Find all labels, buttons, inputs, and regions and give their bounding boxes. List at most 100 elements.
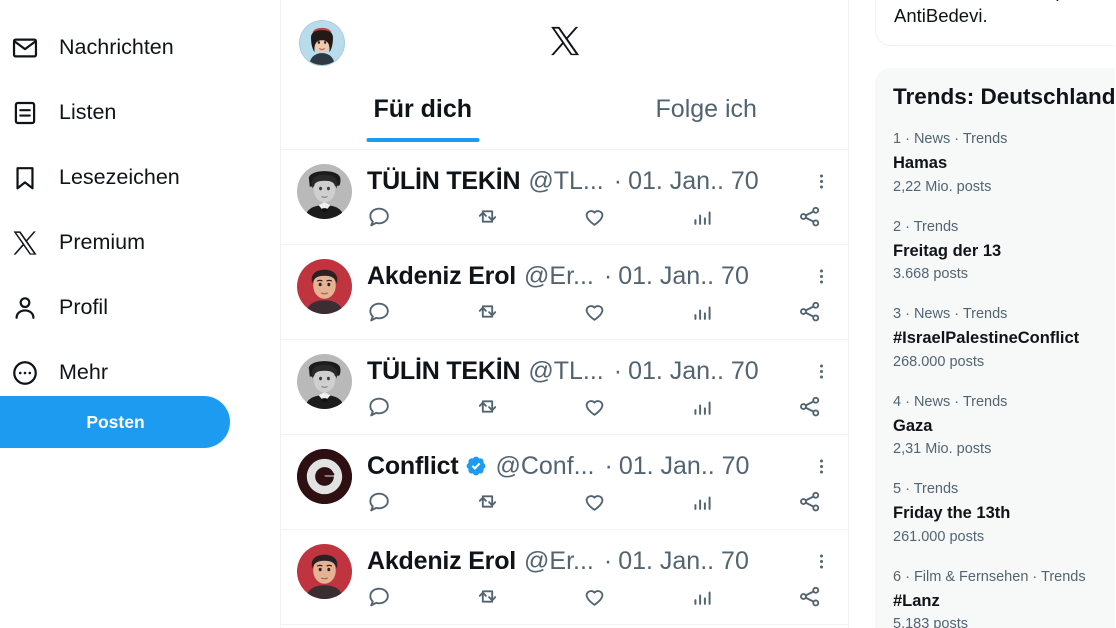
share-icon[interactable] (797, 584, 826, 609)
promoted-profile-card[interactable]: AntiÜmmet, AntiArap, AntiBedevi. (875, 0, 1115, 46)
trend-name: Freitag der 13 (893, 241, 1002, 260)
avatar[interactable] (297, 259, 352, 314)
retweet-icon[interactable] (475, 489, 583, 514)
like-icon[interactable] (582, 204, 690, 229)
trend-item[interactable]: 6 · Film & Fernsehen · Trends #Lanz 5.18… (875, 558, 1115, 628)
trend-item[interactable]: 2 · Trends Freitag der 13 3.668 posts (875, 208, 1115, 296)
tweet-more-options-icon[interactable] (808, 263, 834, 289)
views-icon[interactable] (690, 489, 798, 514)
share-icon[interactable] (797, 394, 826, 419)
tweet-more-options-icon[interactable] (808, 453, 834, 479)
trend-meta: 4 · News · Trends (893, 393, 1008, 410)
timeline-header: Für dich Folge ich (281, 0, 848, 150)
tweet-row[interactable]: TÜLİN TEKİN @TL... · 01. Jan.. 70 (281, 150, 848, 245)
right-sidebar: AntiÜmmet, AntiArap, AntiBedevi. Trends:… (849, 0, 1115, 628)
like-icon[interactable] (582, 584, 690, 609)
tweet-separator: · (603, 546, 613, 575)
retweet-icon[interactable] (475, 204, 583, 229)
tweet-header: TÜLİN TEKİN @TL... · 01. Jan.. 70 (367, 162, 834, 200)
avatar[interactable] (297, 449, 352, 504)
tab-fuer-dich[interactable]: Für dich (281, 88, 565, 150)
sidebar-item-label: Premium (59, 230, 146, 255)
sidebar-item-label: Mehr (59, 360, 108, 385)
bookmark-icon (10, 163, 40, 193)
envelope-icon (10, 33, 40, 63)
trend-post-count: 3.668 posts (893, 266, 968, 283)
sidebar-item-profil[interactable]: Profil (0, 279, 120, 337)
tweet-list: TÜLİN TEKİN @TL... · 01. Jan.. 70 Akdeni… (281, 150, 848, 625)
share-icon[interactable] (797, 299, 826, 324)
sidebar-nav-list: Mitteilungen Nachrichten (0, 0, 280, 402)
reply-icon[interactable] (367, 394, 475, 419)
reply-icon[interactable] (367, 584, 475, 609)
views-icon[interactable] (690, 394, 798, 419)
retweet-icon[interactable] (475, 394, 583, 419)
tweet-separator: · (603, 261, 613, 290)
tweet-author-handle: @Er... (524, 261, 594, 290)
sidebar-item-mitteilungen[interactable]: Mitteilungen (0, 0, 187, 12)
reply-icon[interactable] (367, 299, 475, 324)
tweet-header: Akdeniz Erol @Er... · 01. Jan.. 70 (367, 542, 834, 580)
tweet-author-name: Akdeniz Erol (367, 546, 517, 575)
x-app-shell: Mitteilungen Nachrichten (0, 0, 1116, 628)
tweet-row[interactable]: Conflict @Conf... · 01. Jan.. 70 (281, 435, 848, 530)
retweet-icon[interactable] (475, 299, 583, 324)
tab-label: Folge ich (655, 95, 757, 123)
sidebar-item-premium[interactable]: Premium (0, 214, 157, 272)
trend-post-count: 5.183 posts (893, 616, 968, 628)
avatar[interactable] (297, 354, 352, 409)
tweet-actions (367, 204, 834, 229)
tweet-actions (367, 489, 834, 514)
share-icon[interactable] (797, 204, 826, 229)
tweet-timestamp: 01. Jan.. 70 (628, 166, 759, 195)
tweet-row[interactable]: TÜLİN TEKİN @TL... · 01. Jan.. 70 (281, 340, 848, 435)
sidebar-item-listen[interactable]: Listen (0, 84, 128, 142)
avatar[interactable] (299, 20, 345, 66)
timeline-column: Für dich Folge ich TÜLİN TEKİN @TL... · … (281, 0, 849, 628)
tweet-author-name: TÜLİN TEKİN (367, 166, 521, 195)
trend-item[interactable]: 3 · News · Trends #IsraelPalestineConfli… (875, 295, 1115, 383)
tweet-header: TÜLİN TEKİN @TL... · 01. Jan.. 70 (367, 352, 834, 390)
post-button[interactable]: Posten (0, 396, 230, 448)
trend-post-count: 261.000 posts (893, 528, 985, 545)
more-circle-icon (10, 358, 40, 388)
avatar[interactable] (297, 544, 352, 599)
retweet-icon[interactable] (475, 584, 583, 609)
avatar[interactable] (297, 164, 352, 219)
like-icon[interactable] (582, 394, 690, 419)
trend-meta: 6 · Film & Fernsehen · Trends (893, 568, 1086, 585)
trend-item[interactable]: 4 · News · Trends Gaza 2,31 Mio. posts (875, 383, 1115, 471)
trend-post-count: 2,31 Mio. posts (893, 441, 992, 458)
trend-name: #Lanz (893, 591, 940, 610)
tweet-timestamp: 01. Jan.. 70 (618, 546, 749, 575)
sidebar-item-lesezeichen[interactable]: Lesezeichen (0, 149, 192, 207)
list-icon (10, 98, 40, 128)
tweet-row[interactable]: Akdeniz Erol @Er... · 01. Jan.. 70 (281, 530, 848, 625)
sidebar-item-label: Listen (59, 100, 117, 125)
like-icon[interactable] (582, 489, 690, 514)
tweet-more-options-icon[interactable] (808, 168, 834, 194)
views-icon[interactable] (690, 299, 798, 324)
tweet-row[interactable]: Akdeniz Erol @Er... · 01. Jan.. 70 (281, 245, 848, 340)
reply-icon[interactable] (367, 489, 475, 514)
sidebar-item-mehr[interactable]: Mehr (0, 344, 120, 402)
trend-meta: 1 · News · Trends (893, 131, 1008, 147)
trends-card: Trends: Deutschland 1 · News · Trends Ha… (875, 68, 1115, 628)
tweet-content: TÜLİN TEKİN @TL... · 01. Jan.. 70 (367, 352, 834, 424)
reply-icon[interactable] (367, 204, 475, 229)
trend-meta: 2 · Trends (893, 218, 959, 235)
tweet-more-options-icon[interactable] (808, 358, 834, 384)
x-logo-icon (10, 228, 40, 258)
tweet-more-options-icon[interactable] (808, 548, 834, 574)
like-icon[interactable] (582, 299, 690, 324)
trend-name: Gaza (893, 416, 933, 435)
tab-folge-ich[interactable]: Folge ich (565, 88, 849, 150)
trend-item[interactable]: 1 · News · Trends Hamas 2,22 Mio. posts (875, 120, 1115, 208)
views-icon[interactable] (690, 584, 798, 609)
sidebar-item-nachrichten[interactable]: Nachrichten (0, 19, 186, 77)
views-icon[interactable] (690, 204, 798, 229)
trend-item[interactable]: 5 · Trends Friday the 13th 261.000 posts (875, 470, 1115, 558)
tweet-content: Akdeniz Erol @Er... · 01. Jan.. 70 (367, 542, 834, 614)
x-logo-icon (548, 24, 582, 58)
share-icon[interactable] (797, 489, 826, 514)
